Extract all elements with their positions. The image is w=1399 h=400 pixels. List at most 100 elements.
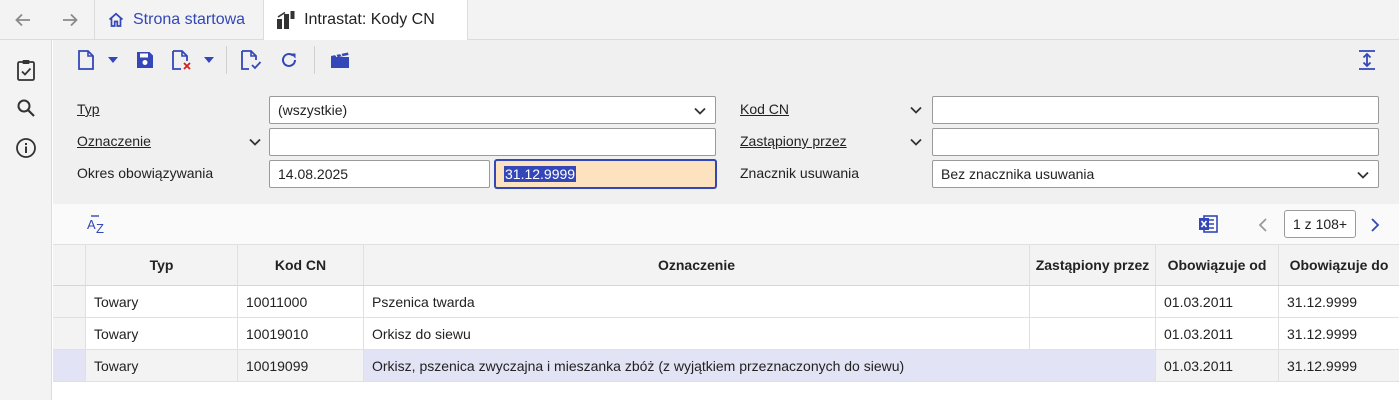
sort-button[interactable]: AZ bbox=[86, 214, 108, 236]
table-row[interactable]: Towary 10019010 Orkisz do siewu 01.03.20… bbox=[53, 318, 1399, 350]
search-icon bbox=[17, 99, 35, 117]
chevron-down-icon bbox=[249, 138, 261, 146]
oznaczenie-input[interactable] bbox=[269, 128, 716, 156]
chevron-right-icon bbox=[1371, 218, 1380, 232]
delete-button[interactable] bbox=[170, 49, 194, 71]
caret-down-icon bbox=[204, 57, 214, 63]
expand-button[interactable] bbox=[1356, 49, 1378, 71]
search-button[interactable] bbox=[14, 96, 38, 120]
info-icon bbox=[16, 138, 36, 158]
chevron-down-icon bbox=[693, 104, 707, 118]
next-page-button[interactable] bbox=[1367, 214, 1383, 236]
cell-obowiazuje-do[interactable]: 31.12.9999 bbox=[1279, 350, 1399, 381]
page-indicator[interactable]: 1 z 108+ bbox=[1284, 210, 1357, 238]
caret-down-icon bbox=[108, 57, 118, 63]
table-row-selected[interactable]: Towary 10019099 Orkisz, pszenica zwyczaj… bbox=[53, 350, 1399, 382]
back-button[interactable] bbox=[0, 0, 46, 39]
cell-typ[interactable]: Towary bbox=[86, 350, 238, 381]
new-dropdown-button[interactable] bbox=[105, 49, 121, 71]
cell-obowiazuje-do[interactable]: 31.12.9999 bbox=[1279, 318, 1399, 349]
forward-button[interactable] bbox=[46, 0, 94, 39]
save-icon bbox=[137, 52, 153, 68]
svg-text:A: A bbox=[87, 217, 96, 232]
znacznik-label: Znacznik usuwania bbox=[740, 165, 860, 181]
refresh-icon bbox=[282, 52, 296, 67]
kod-cn-label: Kod CN bbox=[740, 101, 790, 117]
cell-kod-cn[interactable]: 10019099 bbox=[238, 350, 364, 381]
export-excel-button[interactable] bbox=[1197, 213, 1219, 235]
cell-kod-cn[interactable]: 10019010 bbox=[238, 318, 364, 349]
kod-cn-operator-toggle[interactable] bbox=[909, 103, 923, 117]
validate-button[interactable] bbox=[239, 49, 263, 71]
tab-home[interactable]: Strona startowa bbox=[94, 0, 263, 39]
table-row[interactable]: Towary 10011000 Pszenica twarda 01.03.20… bbox=[53, 286, 1399, 318]
chevron-down-icon bbox=[910, 138, 922, 146]
cell-obowiazuje-od[interactable]: 01.03.2011 bbox=[1156, 318, 1279, 349]
delete-dropdown-button[interactable] bbox=[201, 49, 217, 71]
chevron-down-icon bbox=[1356, 168, 1370, 182]
cell-obowiazuje-od[interactable]: 01.03.2011 bbox=[1156, 286, 1279, 317]
svg-text:Z: Z bbox=[96, 221, 104, 235]
media-button[interactable] bbox=[328, 49, 352, 71]
info-button[interactable] bbox=[14, 136, 38, 160]
oznaczenie-label: Oznaczenie bbox=[77, 133, 151, 149]
column-header-oznaczenie[interactable]: Oznaczenie bbox=[364, 245, 1030, 285]
page-indicator-text: 1 z 108+ bbox=[1293, 216, 1348, 232]
row-selector[interactable] bbox=[53, 350, 86, 381]
okres-from-input[interactable]: 14.08.2025 bbox=[269, 160, 490, 188]
save-button[interactable] bbox=[134, 49, 156, 71]
tab-kody-cn[interactable]: Intrastat: Kody CN bbox=[263, 0, 468, 40]
okres-from-value: 14.08.2025 bbox=[278, 166, 349, 182]
prev-page-button[interactable] bbox=[1255, 214, 1271, 236]
znacznik-select[interactable]: Bez znacznika usuwania bbox=[932, 160, 1379, 188]
clipboard-check-icon bbox=[17, 60, 35, 81]
cell-oznaczenie[interactable]: Orkisz do siewu bbox=[364, 318, 1030, 349]
table-header: Typ Kod CN Oznaczenie Zastąpiony przez O… bbox=[53, 244, 1399, 286]
zastapiony-label: Zastąpiony przez bbox=[740, 133, 847, 149]
new-button[interactable] bbox=[75, 49, 97, 71]
cell-kod-cn[interactable]: 10011000 bbox=[238, 286, 364, 317]
chevron-down-icon bbox=[910, 106, 922, 114]
refresh-button[interactable] bbox=[278, 49, 300, 71]
row-selector[interactable] bbox=[53, 286, 86, 317]
left-rail bbox=[0, 40, 52, 400]
new-document-icon bbox=[78, 50, 94, 70]
cell-typ[interactable]: Towary bbox=[86, 318, 238, 349]
cell-obowiazuje-od[interactable]: 01.03.2011 bbox=[1156, 350, 1279, 381]
cell-oznaczenie[interactable]: Pszenica twarda bbox=[364, 286, 1030, 317]
zastapiony-input[interactable] bbox=[932, 128, 1379, 156]
row-selector-header[interactable] bbox=[53, 245, 86, 285]
sort-az-icon: AZ bbox=[87, 215, 104, 235]
cell-zastapiony[interactable] bbox=[1030, 318, 1156, 349]
zastapiony-operator-toggle[interactable] bbox=[909, 135, 923, 149]
oznaczenie-operator-toggle[interactable] bbox=[248, 135, 262, 149]
row-selector[interactable] bbox=[53, 318, 86, 349]
grid-toolbar: AZ 1 z 108+ bbox=[53, 204, 1399, 244]
column-header-kod-cn[interactable]: Kod CN bbox=[238, 245, 364, 285]
expand-vertical-icon bbox=[1359, 50, 1375, 70]
tasks-button[interactable] bbox=[14, 58, 38, 82]
column-header-typ[interactable]: Typ bbox=[86, 245, 238, 285]
column-header-obowiazuje-do[interactable]: Obowiązuje do bbox=[1279, 245, 1399, 285]
column-header-obowiazuje-od[interactable]: Obowiązuje od bbox=[1156, 245, 1279, 285]
okres-to-input[interactable]: 31.12.9999 bbox=[495, 160, 716, 188]
cell-oznaczenie[interactable]: Orkisz, pszenica zwyczajna i mieszanka z… bbox=[364, 350, 1156, 381]
toolbar-divider bbox=[314, 46, 315, 74]
chevron-left-icon bbox=[1258, 218, 1267, 232]
tab-kody-cn-label: Intrastat: Kody CN bbox=[304, 11, 435, 28]
delete-document-icon bbox=[172, 50, 191, 70]
cell-typ[interactable]: Towary bbox=[86, 286, 238, 317]
typ-select[interactable]: (wszystkie) bbox=[269, 96, 716, 124]
excel-icon bbox=[1199, 215, 1218, 233]
kod-cn-input[interactable] bbox=[932, 96, 1379, 124]
main-content: Typ (wszystkie) Oznaczenie Okres obowiąz… bbox=[53, 40, 1399, 400]
validate-document-icon bbox=[241, 50, 262, 70]
column-header-zastapiony[interactable]: Zastąpiony przez bbox=[1030, 245, 1156, 285]
cell-zastapiony[interactable] bbox=[1030, 286, 1156, 317]
tab-home-label: Strona startowa bbox=[133, 10, 246, 28]
znacznik-value: Bez znacznika usuwania bbox=[941, 166, 1095, 182]
intrastat-icon bbox=[276, 10, 296, 30]
okres-to-value: 31.12.9999 bbox=[504, 166, 577, 182]
home-icon bbox=[107, 11, 125, 29]
cell-obowiazuje-do[interactable]: 31.12.9999 bbox=[1279, 286, 1399, 317]
